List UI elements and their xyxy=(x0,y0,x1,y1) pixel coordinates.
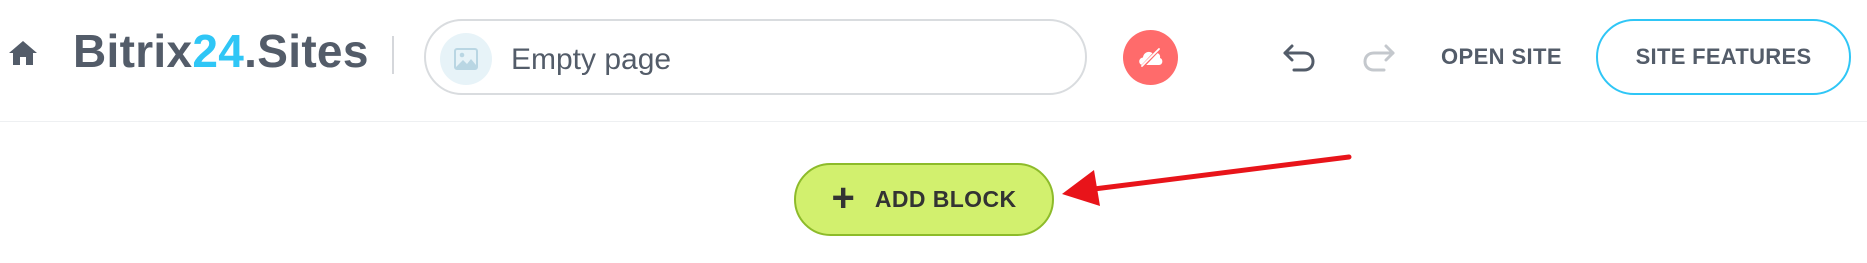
undo-icon[interactable] xyxy=(1280,38,1318,76)
unpublished-cloud-icon xyxy=(1139,46,1163,70)
add-block-label: ADD BLOCK xyxy=(874,186,1017,212)
site-brand-logo: Bitrix24.Sites xyxy=(73,23,369,79)
brand-suffix: .Sites xyxy=(244,25,369,77)
annotation-arrow xyxy=(1062,154,1352,206)
top-toolbar: Bitrix24.Sites Empty page OPEN SITE SITE… xyxy=(0,0,1867,122)
home-icon[interactable] xyxy=(6,36,40,70)
page-title-field[interactable]: Empty page xyxy=(424,19,1087,95)
site-features-button[interactable]: SITE FEATURES xyxy=(1596,19,1851,95)
header-divider xyxy=(392,36,394,74)
open-site-link[interactable]: OPEN SITE xyxy=(1441,43,1562,71)
brand-prefix: Bitrix xyxy=(73,25,193,77)
redo-icon[interactable] xyxy=(1360,38,1398,76)
brand-accent: 24 xyxy=(192,25,245,77)
image-placeholder-icon[interactable] xyxy=(440,33,492,85)
unpublished-status-button[interactable] xyxy=(1123,30,1178,85)
add-block-button[interactable]: + ADD BLOCK xyxy=(794,163,1054,236)
page-title-value[interactable]: Empty page xyxy=(511,43,671,77)
plus-icon: + xyxy=(831,175,855,220)
